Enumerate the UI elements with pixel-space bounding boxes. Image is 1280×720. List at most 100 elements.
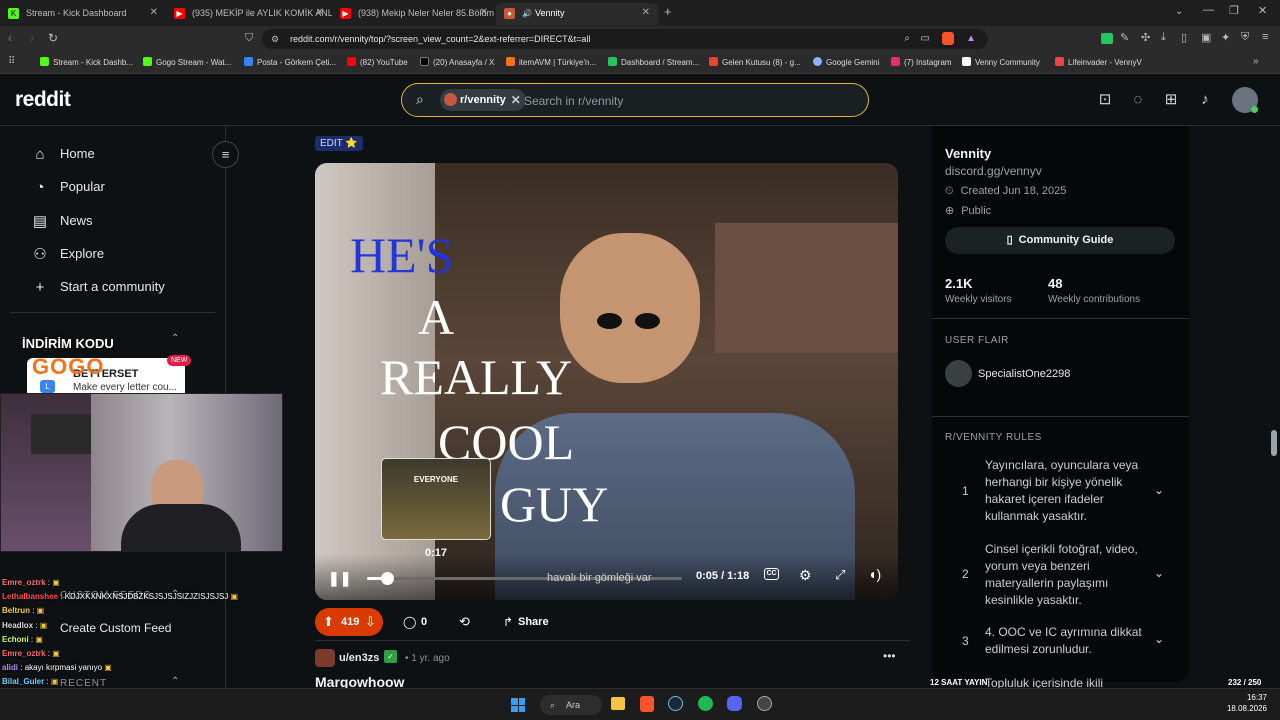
plus-icon: + [35,279,45,296]
post-flair[interactable]: EDIT ⭐ [315,136,363,151]
community-link[interactable]: discord.gg/vennyv [945,164,1042,178]
brave-rewards-icon[interactable]: ▲ [966,29,976,49]
taskbar-search[interactable]: ⌕ Ara [540,695,602,715]
nav-home[interactable]: ⌂ Home [30,143,94,165]
bookmark-item[interactable]: Venny Community [962,56,1040,70]
window-close-icon[interactable]: ✕ [1258,4,1267,17]
video-cabinet [715,223,898,353]
fullscreen-icon[interactable]: ⤢ [835,567,845,583]
minimize-icon[interactable]: — [1203,4,1214,16]
chevron-down-icon[interactable]: ⌄ [1154,632,1164,646]
share-button[interactable]: ↱ Share [495,608,551,636]
video-player[interactable]: HE'S A REALLY COOL GUY EVERYONE 0:17 ❚❚ … [315,163,898,600]
sidebar-toggle-icon[interactable]: ▯ [1181,31,1187,44]
cast-icon[interactable]: ▭ [921,29,930,49]
wallet-icon[interactable]: ▣ [1201,31,1211,44]
author-link[interactable]: u/en3zs [339,652,379,664]
tab-list-icon[interactable]: ⌄ [1175,6,1183,17]
discord-icon[interactable] [727,696,742,711]
download-icon[interactable]: ⤓ [1161,31,1166,44]
bookmark-item[interactable]: Google Gemini [813,56,879,70]
nav-explore[interactable]: ⚇ Explore [30,243,104,265]
extensions-puzzle-icon[interactable]: ✣ [1141,31,1150,44]
obs-icon[interactable] [757,696,772,711]
bookmark-item[interactable]: Dashboard / Stream... [608,56,699,70]
flair-username[interactable]: SpecialistOne2298 [978,368,1070,380]
spotify-icon[interactable] [698,696,713,711]
progress-knob[interactable] [381,572,395,585]
bookmark-item[interactable]: Gogo Stream - Wat... [143,56,231,70]
captions-icon[interactable]: CC [764,568,779,580]
bookmark-item[interactable]: (7) Instagram [891,56,952,70]
nav-news[interactable]: ▤ News [30,210,93,232]
avatar[interactable] [1232,87,1258,113]
browser-tab[interactable]: K Stream - Kick Dashboard ✕ [0,3,166,25]
rule-number: 1 [962,484,969,498]
bookmark-item[interactable]: Gelen Kutusu (8) - g... [709,56,801,70]
maximize-icon[interactable]: ❐ [1229,4,1239,17]
extension-icon[interactable]: ✎ [1120,31,1129,44]
reddit-logo[interactable]: reddit [15,88,71,112]
webcam-person-body [121,504,241,551]
nav-start-community[interactable]: + Start a community [30,276,165,298]
chevron-up-icon[interactable]: ⌃ [171,333,179,344]
create-post-icon[interactable]: ⊞ [1162,91,1180,109]
comments-button[interactable]: ◯ 0 [395,608,435,636]
more-options-icon[interactable]: ••• [883,649,896,663]
page-scrollbar-thumb[interactable] [1271,430,1277,456]
browser-tab[interactable]: ▶ (935) MEKİP ile AYLIK KOMİK ANLAR ✕ [166,3,332,25]
new-tab-button[interactable]: + [664,4,672,19]
site-info-icon[interactable]: ⚙ [271,29,279,49]
steam-icon[interactable] [668,696,683,711]
nav-popular[interactable]: ◔ Popular [30,176,104,198]
reload-icon[interactable]: ↻ [48,31,58,45]
downvote-icon[interactable]: ⇩ [365,608,376,636]
back-icon[interactable]: ‹ [8,31,12,45]
crosspost-button[interactable]: ⟲ [452,608,482,636]
guide-label: Community Guide [1018,234,1114,246]
chat-icon[interactable]: ◌ [1129,91,1147,109]
bookmark-item[interactable]: Stream - Kick Dashb... [40,56,133,70]
brave-browser-icon[interactable] [640,696,654,712]
forward-icon[interactable]: › [30,31,34,45]
start-menu-icon[interactable] [511,698,525,712]
search-bar[interactable]: ⌕ r/vennity ✕ [401,83,869,117]
bookmark-item[interactable]: itemAVM | Türkiye'n... [506,56,596,70]
browser-tab[interactable]: ▶ (938) Mekip Neler Neler 85.Bölüm Ha ✕ [332,3,496,25]
close-icon[interactable]: ✕ [150,3,158,23]
vpn-icon[interactable]: ⛨ [1241,31,1249,44]
close-icon[interactable]: ✕ [642,3,650,23]
apps-icon[interactable]: ⠿ [8,56,15,67]
browser-tab-active[interactable]: ● 🔊 Vennity ✕ [496,3,658,25]
collapse-nav-button[interactable]: ≡ [212,141,239,168]
close-icon[interactable]: ✕ [480,3,488,23]
clock-date[interactable]: 18.08.2026 [1207,704,1267,713]
upvote-icon[interactable]: ⬆ [323,608,334,636]
close-icon[interactable]: ✕ [316,3,324,23]
url-field[interactable]: ⚙ reddit.com/r/vennity/top/?screen_view_… [262,29,988,49]
search-input[interactable] [524,91,844,111]
bookmark-item[interactable]: Posta - Görkem Çeti... [244,56,336,70]
volume-icon[interactable]: ◖) [868,566,881,582]
bookmark-item[interactable]: Lifeinvader - VennyV [1055,56,1142,70]
chevron-down-icon[interactable]: ⌄ [1154,483,1164,497]
close-icon[interactable]: ✕ [511,89,521,111]
file-explorer-icon[interactable] [611,697,625,710]
leo-ai-icon[interactable]: ✦ [1221,31,1230,44]
bookmark-icon[interactable]: ⛉ [245,32,253,45]
more-bookmarks-icon[interactable]: » [1253,56,1259,67]
zoom-icon[interactable]: ⌕ [904,29,910,49]
brave-shield-icon[interactable] [942,32,954,45]
notification-bell-icon[interactable]: ♪ [1196,91,1214,109]
community-guide-button[interactable]: ▯ Community Guide [945,227,1175,254]
chevron-down-icon[interactable]: ⌄ [1154,566,1164,580]
clock-time[interactable]: 16:37 [1217,693,1267,702]
settings-gear-icon[interactable]: ⚙ [799,567,812,584]
advertise-icon[interactable]: ⊡ [1096,91,1114,109]
community-filter-chip[interactable]: r/vennity ✕ [440,89,526,111]
menu-icon[interactable]: ≡ [1262,31,1268,43]
pause-icon[interactable]: ❚❚ [328,570,351,587]
bookmark-item[interactable]: (82) YouTube [347,56,408,70]
bookmark-item[interactable]: (20) Anasayfa / X [420,56,494,70]
extension-icon[interactable] [1101,33,1113,44]
